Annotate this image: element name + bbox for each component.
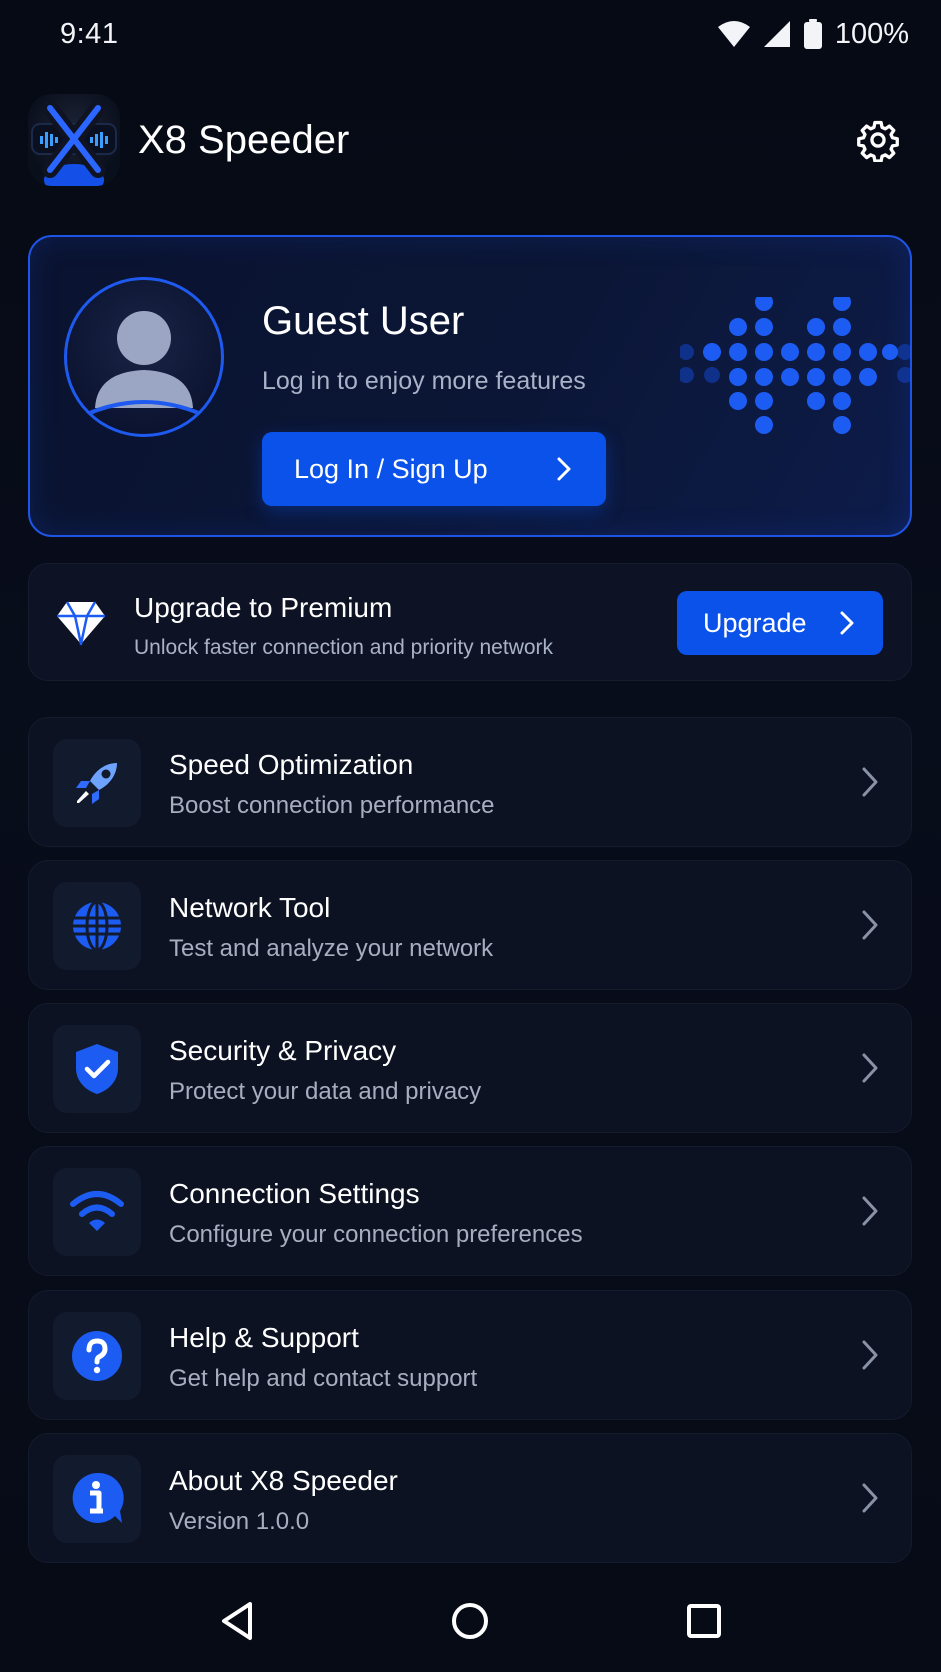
back-icon [221, 1602, 252, 1640]
menu-item-speed-optimization[interactable]: Speed Optimization Boost connection perf… [28, 717, 912, 847]
nav-home-button[interactable] [430, 1581, 510, 1661]
menu-item-title: Connection Settings [169, 1178, 420, 1209]
app-screen: 9:41 100% X8 Speeder Guest User Log in t… [0, 0, 941, 1672]
nav-recents-button[interactable] [664, 1581, 744, 1661]
x8-logo-icon [28, 94, 120, 186]
menu-item-title: Speed Optimization [169, 749, 414, 780]
status-bar: 9:41 100% [0, 0, 941, 68]
wifi-icon [717, 21, 750, 47]
menu-icon-box [53, 882, 141, 970]
system-nav-bar [0, 1570, 941, 1672]
profile-card: Guest User Log in to enjoy more features… [28, 235, 912, 537]
upgrade-label: Upgrade [703, 607, 807, 638]
chevron-right-icon [557, 457, 571, 481]
menu-item-title: Network Tool [169, 892, 331, 923]
info-icon [72, 1472, 124, 1523]
chevron-right-icon [862, 1483, 878, 1513]
battery-percentage: 100% [834, 17, 909, 50]
menu-icon-box [53, 739, 141, 827]
menu-item-title: Help & Support [169, 1322, 359, 1353]
menu-item-subtitle: Configure your connection preferences [169, 1221, 583, 1248]
menu-item-title: About X8 Speeder [169, 1465, 398, 1496]
login-signup-button[interactable]: Log In / Sign Up [262, 432, 606, 506]
wifi-icon [70, 1191, 124, 1231]
cellular-signal-icon [763, 21, 790, 47]
menu-icon-box [53, 1168, 141, 1256]
upgrade-button[interactable]: Upgrade [677, 591, 883, 655]
menu-item-subtitle: Get help and contact support [169, 1365, 478, 1392]
rocket-icon [76, 763, 117, 804]
menu-icon-box [53, 1312, 141, 1400]
login-signup-label: Log In / Sign Up [294, 453, 488, 484]
avatar [64, 277, 224, 437]
battery-icon [803, 19, 822, 49]
shield-check-icon [76, 1044, 118, 1094]
premium-title: Upgrade to Premium [134, 592, 393, 623]
menu-item-network-tool[interactable]: Network Tool Test and analyze your netwo… [28, 860, 912, 990]
nav-back-button[interactable] [197, 1581, 277, 1661]
chevron-right-icon [862, 767, 878, 797]
profile-name: Guest User [262, 299, 465, 343]
settings-button[interactable] [848, 110, 908, 170]
chevron-right-icon [862, 910, 878, 940]
menu-item-help-support[interactable]: Help & Support Get help and contact supp… [28, 1290, 912, 1420]
premium-subtitle: Unlock faster connection and priority ne… [134, 636, 554, 659]
premium-card: Upgrade to Premium Unlock faster connect… [28, 563, 912, 681]
menu-item-subtitle: Version 1.0.0 [169, 1508, 310, 1535]
app-title: X8 Speeder [138, 117, 350, 162]
user-icon [86, 311, 202, 416]
diamond-icon [57, 601, 105, 646]
recents-icon [687, 1604, 722, 1638]
menu-item-connection-settings[interactable]: Connection Settings Configure your conne… [28, 1146, 912, 1276]
chevron-right-icon [840, 611, 854, 635]
menu-item-about[interactable]: About X8 Speeder Version 1.0.0 [28, 1433, 912, 1563]
status-icons: 100% [717, 18, 909, 51]
chevron-right-icon [862, 1340, 878, 1370]
menu-icon-box [53, 1025, 141, 1113]
menu-icon-box [53, 1455, 141, 1543]
chevron-right-icon [862, 1196, 878, 1226]
menu-item-subtitle: Protect your data and privacy [169, 1078, 482, 1105]
home-icon [452, 1603, 489, 1639]
menu-item-security-privacy[interactable]: Security & Privacy Protect your data and… [28, 1003, 912, 1133]
menu-item-title: Security & Privacy [169, 1035, 397, 1066]
menu-item-subtitle: Test and analyze your network [169, 935, 494, 962]
menu-item-subtitle: Boost connection performance [169, 792, 495, 819]
help-icon [72, 1331, 122, 1381]
app-header: X8 Speeder [28, 94, 908, 186]
profile-subtitle: Log in to enjoy more features [262, 367, 586, 395]
chevron-right-icon [862, 1053, 878, 1083]
gear-icon [857, 120, 899, 162]
globe-icon [73, 900, 121, 952]
equalizer-decoration-icon [680, 297, 910, 434]
status-time: 9:41 [60, 17, 119, 50]
